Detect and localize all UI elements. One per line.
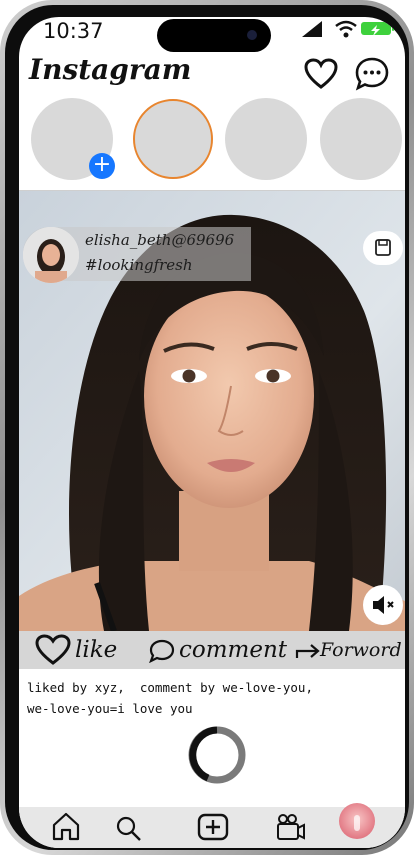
post-image[interactable]: elisha_beth@69696 #lookingfresh — [19, 191, 405, 631]
loading-spinner — [188, 726, 246, 784]
story-circle[interactable] — [320, 98, 402, 180]
wifi-icon — [335, 20, 357, 38]
mute-icon — [373, 596, 394, 614]
post-username[interactable]: elisha_beth@69696 — [85, 231, 234, 249]
instagram-logo[interactable]: Instagram — [29, 53, 191, 86]
signal-icon — [302, 21, 322, 37]
like-action[interactable]: like — [35, 631, 135, 669]
story-circle[interactable] — [225, 98, 307, 180]
status-bar: 10:37 — [19, 17, 405, 57]
phone-bezel: 10:37 Instagram + elisha_beth@69696 #loo… — [5, 5, 409, 850]
comment-action[interactable]: comment — [149, 631, 291, 669]
save-button[interactable] — [363, 231, 403, 265]
reels-icon[interactable] — [276, 807, 306, 848]
status-time: 10:37 — [43, 19, 104, 43]
forward-action[interactable]: Forword — [295, 631, 405, 669]
save-icon — [375, 239, 391, 256]
home-icon[interactable] — [51, 807, 81, 848]
comment-label: comment — [179, 637, 288, 663]
phone-screen: 10:37 Instagram + elisha_beth@69696 #loo… — [19, 17, 405, 848]
forward-label: Forword — [320, 639, 402, 661]
heart-icon[interactable] — [304, 58, 338, 90]
phone-frame: 10:37 Instagram + elisha_beth@69696 #loo… — [0, 0, 414, 855]
messenger-icon[interactable] — [354, 57, 390, 91]
bottom-nav — [19, 803, 405, 848]
plus-icon[interactable]: + — [89, 153, 115, 179]
comment-icon — [149, 639, 175, 663]
battery-icon — [361, 22, 394, 36]
post-caption: liked by xyz, comment by we-love-you, we… — [27, 677, 399, 719]
heart-outline-icon — [35, 634, 71, 665]
profile-avatar[interactable] — [339, 803, 375, 839]
add-post-icon[interactable] — [197, 807, 229, 848]
caption-line-1: liked by xyz, comment by we-love-you, — [27, 680, 313, 695]
dynamic-island — [157, 19, 271, 52]
post-user-avatar[interactable] — [23, 227, 79, 283]
forward-arrow-icon — [295, 644, 320, 658]
post-hashtag[interactable]: #lookingfresh — [85, 256, 193, 274]
search-icon[interactable] — [114, 807, 144, 848]
mute-button[interactable] — [363, 585, 403, 625]
caption-line-2: we-love-you=i love you — [27, 701, 193, 716]
post-user-info[interactable]: elisha_beth@69696 #lookingfresh — [23, 227, 251, 283]
front-camera — [247, 30, 257, 40]
like-label: like — [75, 637, 118, 663]
post-action-bar: like comment Forword — [19, 631, 405, 669]
story-circle-active[interactable] — [133, 99, 213, 179]
